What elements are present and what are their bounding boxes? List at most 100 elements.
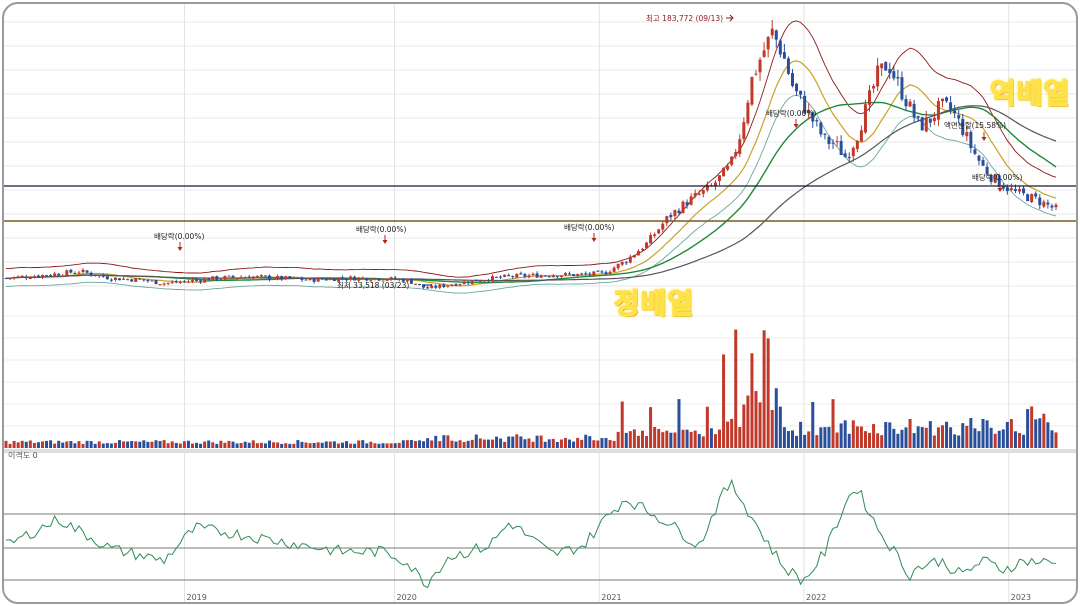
volume-bar [989, 427, 993, 448]
candle-body [499, 276, 503, 278]
candle-body [97, 275, 101, 277]
volume-bar [1038, 418, 1042, 448]
candle-body [649, 235, 653, 244]
volume-bar [466, 440, 470, 448]
volume-bar [1026, 409, 1030, 448]
candle-body [263, 275, 267, 277]
volume-bar [203, 441, 207, 448]
candle-body [190, 280, 194, 282]
volume-bar [592, 440, 596, 448]
candle-body [81, 269, 85, 273]
volume-bar [263, 443, 267, 448]
volume-bar [199, 443, 203, 448]
volume-bar [308, 443, 312, 448]
volume-bar [778, 406, 782, 448]
candle-body [93, 274, 97, 276]
candle-body [559, 275, 563, 277]
volume-bar [993, 433, 997, 448]
volume-bar [268, 440, 272, 448]
candle-body [503, 274, 507, 277]
candle-body [515, 273, 519, 278]
volume-bar [932, 435, 936, 448]
candle-body [940, 98, 944, 102]
candle-body [766, 36, 770, 50]
volume-bar [170, 441, 174, 448]
volume-bar [673, 432, 677, 448]
volume-bar [353, 443, 357, 448]
candle-body [799, 90, 803, 95]
volume-bar [377, 443, 381, 448]
volume-bar [113, 442, 117, 448]
volume-bar [786, 431, 790, 448]
volume-bar [158, 441, 162, 448]
volume-bar [661, 432, 665, 448]
stock-chart: 이격도 0 최고 183,772 (09/13) 최저 33,518 (03/23… [4, 4, 1076, 602]
candle-body [1030, 193, 1034, 203]
dividend-label: 배당락(0.00%) [972, 172, 1022, 182]
volume-bar [697, 434, 701, 448]
candle-body [243, 277, 247, 279]
candle-body [693, 193, 697, 197]
candle-body [182, 281, 186, 283]
candle-body [616, 263, 620, 269]
candle-body [1034, 193, 1038, 197]
candle-body [669, 214, 673, 218]
volume-bar [649, 407, 653, 448]
candle-body [486, 280, 490, 282]
volume-bar [709, 428, 713, 448]
volume-bar [718, 429, 722, 448]
candle-body [722, 167, 726, 177]
volume-bar [1013, 431, 1017, 448]
candle-body [754, 73, 758, 75]
candle-body [831, 142, 835, 144]
oscillator-label: 이격도 0 [8, 450, 38, 460]
volume-bar [730, 418, 734, 448]
volume-bar [1005, 421, 1009, 448]
volume-bar [722, 354, 726, 448]
volume-bar [782, 427, 786, 448]
candle-body [442, 284, 446, 288]
volume-bar [685, 429, 689, 448]
candle-body [227, 275, 231, 277]
volume-bar [223, 442, 227, 448]
volume-bar [442, 435, 446, 448]
candle-body [284, 276, 288, 280]
volume-bar [36, 442, 40, 448]
candle-body [328, 278, 332, 281]
volume-bar [713, 434, 717, 448]
candle-body [1054, 204, 1058, 208]
candle-body [409, 279, 413, 284]
dividend-label: 배당락(0.00%) [564, 222, 614, 232]
volume-bar [734, 329, 738, 448]
candle-body [446, 285, 450, 287]
high-marker [726, 14, 734, 22]
candle-body [393, 277, 397, 280]
candle-body [572, 274, 576, 277]
volume-bar [531, 441, 535, 448]
volume-bar [884, 422, 888, 448]
candle-body [815, 120, 819, 122]
volume-bar [211, 442, 215, 448]
candle-body [896, 77, 900, 79]
volume-bar [45, 440, 49, 448]
volume-bar [770, 409, 774, 448]
ma120-line [6, 105, 1057, 282]
candle-body [973, 149, 977, 154]
candle-body [292, 277, 296, 279]
candle-body [186, 281, 190, 283]
volume-bar [446, 435, 450, 448]
volume-bar [284, 443, 288, 448]
volume-bar [945, 421, 949, 448]
volume-bar [49, 440, 53, 448]
candle-body [657, 229, 661, 234]
candle-body [466, 282, 470, 284]
candle-body [1046, 202, 1050, 205]
candle-body [4, 278, 8, 280]
candle-body [203, 278, 207, 283]
volume-bar [758, 402, 762, 448]
volume-bar [32, 443, 36, 448]
candle-body [790, 73, 794, 86]
candle-body [1005, 187, 1009, 192]
candle-body [1026, 194, 1030, 202]
volume-bar [332, 441, 336, 448]
